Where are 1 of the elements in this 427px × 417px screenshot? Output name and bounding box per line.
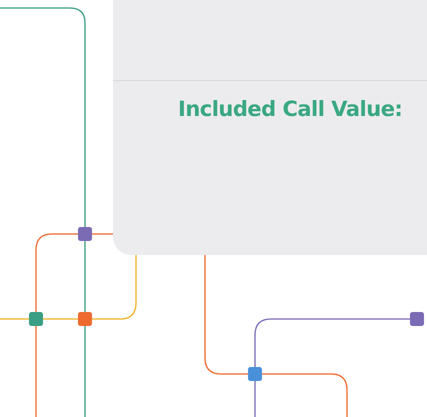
call-value-label: Included Call Value: — [178, 97, 402, 121]
